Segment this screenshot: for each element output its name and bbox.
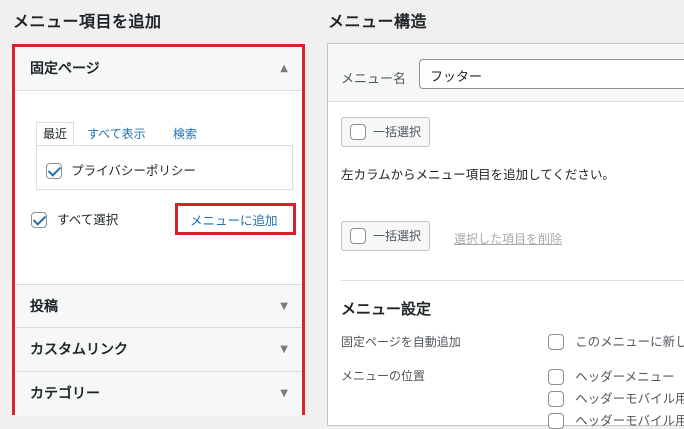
- menu-settings-title: メニュー設定: [341, 300, 432, 318]
- menu-name-bar: メニュー名 フッター: [328, 44, 684, 102]
- caret-down-icon: ▼: [280, 388, 288, 399]
- location-checkbox[interactable]: [548, 412, 564, 429]
- pages-list: プライバシーポリシー: [36, 145, 293, 190]
- add-to-menu-highlight: メニューに追加: [175, 203, 296, 235]
- select-all[interactable]: すべて選択: [31, 209, 118, 228]
- accordion-custom-links-title: カスタムリンク: [30, 342, 128, 358]
- auto-add-label: 固定ページを自動追加: [341, 335, 461, 349]
- add-menu-items-panel: 固定ページ ▲ 最近 すべて表示 検索 プライバシーポリシー すべて選択 メニュ…: [12, 44, 305, 416]
- tab-recent[interactable]: 最近: [36, 122, 75, 146]
- location-label: ヘッダーメニュー: [575, 369, 675, 384]
- privacy-policy-checkbox[interactable]: [46, 162, 62, 179]
- menu-name-label: メニュー名: [341, 72, 407, 87]
- tab-view-all[interactable]: すべて表示: [87, 125, 146, 142]
- menu-structure-title: メニュー構造: [328, 12, 428, 31]
- divider: [341, 280, 684, 281]
- accordion-custom-links-header[interactable]: カスタムリンク ▼: [15, 328, 302, 372]
- auto-add-option[interactable]: このメニューに新し: [548, 331, 684, 350]
- accordion-categories-header[interactable]: カテゴリー ▼: [15, 372, 302, 416]
- location-option[interactable]: ヘッダーモバイル用: [548, 388, 684, 407]
- menu-structure-panel: メニュー名 フッター 一括選択 左カラムからメニュー項目を追加してください。 一…: [327, 43, 684, 429]
- select-all-checkbox[interactable]: [31, 211, 47, 228]
- accordion-posts-header[interactable]: 投稿 ▼: [15, 284, 302, 328]
- auto-add-option-label: このメニューに新し: [575, 334, 684, 349]
- caret-down-icon: ▼: [280, 301, 288, 312]
- accordion-categories-title: カテゴリー: [30, 386, 100, 402]
- location-option[interactable]: ヘッダーモバイル用: [548, 410, 684, 429]
- caret-up-icon: ▲: [280, 63, 288, 74]
- accordion-pages-header[interactable]: 固定ページ ▲: [15, 47, 302, 91]
- location-option[interactable]: ヘッダーメニュー: [548, 366, 675, 385]
- menu-location-label: メニューの位置: [341, 369, 426, 383]
- auto-add-checkbox[interactable]: [548, 333, 564, 350]
- list-item[interactable]: プライバシーポリシー: [46, 160, 196, 179]
- add-menu-items-title: メニュー項目を追加: [13, 12, 162, 31]
- bulk-select-label: 一括選択: [373, 229, 422, 243]
- select-all-label: すべて選択: [57, 212, 119, 227]
- accordion-posts-title: 投稿: [30, 299, 58, 315]
- location-checkbox[interactable]: [548, 368, 564, 385]
- instruction-text: 左カラムからメニュー項目を追加してください。: [341, 167, 615, 182]
- privacy-policy-label: プライバシーポリシー: [71, 163, 196, 178]
- bulk-select-label: 一括選択: [373, 125, 422, 139]
- location-checkbox[interactable]: [548, 390, 564, 407]
- bulk-select-button[interactable]: 一括選択: [341, 117, 431, 147]
- caret-down-icon: ▼: [280, 344, 288, 355]
- delete-selected-link[interactable]: 選択した項目を削除: [454, 230, 562, 247]
- bulk-select-checkbox[interactable]: [350, 227, 366, 244]
- bulk-select-checkbox[interactable]: [350, 123, 366, 140]
- menu-name-input[interactable]: フッター: [419, 59, 684, 89]
- add-to-menu-button[interactable]: メニューに追加: [190, 210, 278, 229]
- location-label: ヘッダーモバイル用: [575, 391, 684, 406]
- bulk-select-button-bottom[interactable]: 一括選択: [341, 221, 431, 251]
- accordion-pages-title: 固定ページ: [30, 61, 100, 77]
- menu-name-value: フッター: [430, 70, 483, 85]
- tab-search[interactable]: 検索: [173, 125, 197, 142]
